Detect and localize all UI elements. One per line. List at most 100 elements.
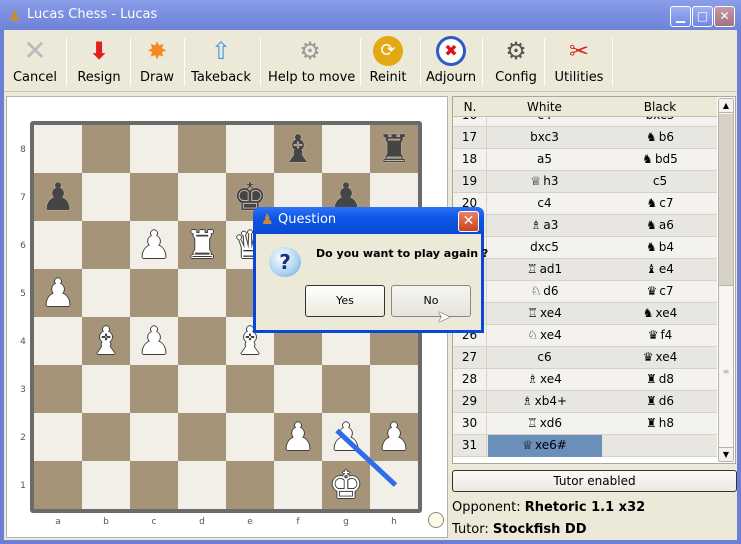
black-move[interactable]: ♜ d6	[603, 394, 717, 408]
white-pawn-piece[interactable]: ♟	[274, 413, 322, 461]
square-g3[interactable]	[322, 365, 370, 413]
white-move[interactable]: a5	[488, 152, 601, 166]
yes-button[interactable]: Yes	[305, 285, 385, 317]
square-e3[interactable]	[226, 365, 274, 413]
no-button[interactable]: No	[391, 285, 471, 317]
move-row[interactable]: 24♘d6♛c7	[453, 281, 717, 303]
black-move[interactable]: ♛ xe4	[603, 350, 717, 364]
dialog-close-button[interactable]: ✕	[458, 211, 479, 232]
square-b1[interactable]	[82, 461, 130, 509]
black-move[interactable]: ♜ h8	[603, 416, 717, 430]
square-d4[interactable]	[178, 317, 226, 365]
move-row[interactable]: 20 c4 ♞ c7	[453, 193, 717, 215]
config-button[interactable]: ⚙ Config	[494, 36, 538, 90]
black-pawn-piece[interactable]: ♟	[34, 173, 82, 221]
draw-button[interactable]: ✸ Draw	[136, 36, 178, 90]
white-rook-piece[interactable]: ♜	[178, 221, 226, 269]
white-move[interactable]: ♖ xe4	[488, 306, 601, 320]
scroll-thumb-grip[interactable]: ≡	[722, 367, 730, 376]
maximize-button[interactable]: □	[692, 6, 713, 27]
move-row[interactable]: 26 ♘ xe4 ♛ f4	[453, 325, 717, 347]
black-move[interactable]: ♞ xe4	[603, 306, 717, 320]
square-b2[interactable]	[82, 413, 130, 461]
move-row[interactable]: 29 ♗ xb4+ ♜ d6	[453, 391, 717, 413]
black-move[interactable]: ♛ f4	[603, 328, 717, 342]
square-b8[interactable]	[82, 125, 130, 173]
white-move[interactable]: ♖ ad1	[488, 262, 601, 276]
square-d1[interactable]	[178, 461, 226, 509]
square-c8[interactable]	[130, 125, 178, 173]
square-b3[interactable]	[82, 365, 130, 413]
square-c7[interactable]	[130, 173, 178, 221]
white-move[interactable]: ♘ d6	[488, 284, 601, 298]
square-a3[interactable]	[34, 365, 82, 413]
square-d2[interactable]	[178, 413, 226, 461]
cancel-button[interactable]: ✕ Cancel	[10, 36, 60, 90]
white-move[interactable]: dxc5	[488, 240, 601, 254]
square-a1[interactable]	[34, 461, 82, 509]
square-d3[interactable]	[178, 365, 226, 413]
square-c3[interactable]	[130, 365, 178, 413]
black-move[interactable]: ♞ b4	[603, 240, 717, 254]
square-e8[interactable]	[226, 125, 274, 173]
white-move[interactable]: ♘ xe4	[488, 328, 601, 342]
square-a6[interactable]	[34, 221, 82, 269]
black-move[interactable]: ♞ a6	[603, 218, 717, 232]
white-pawn-piece[interactable]: ♟	[34, 269, 82, 317]
move-row[interactable]: 30 ♖ xd6 ♜ h8	[453, 413, 717, 435]
white-move[interactable]: c6	[488, 350, 601, 364]
close-button[interactable]: ✕	[714, 6, 735, 27]
square-a4[interactable]	[34, 317, 82, 365]
white-bishop-piece[interactable]: ♝	[82, 317, 130, 365]
minimize-button[interactable]: ▁	[670, 6, 691, 27]
square-g8[interactable]	[322, 125, 370, 173]
white-move[interactable]: ♕ xe6#	[488, 438, 601, 452]
adjourn-button[interactable]: ✖ Adjourn	[426, 36, 476, 90]
reinit-button[interactable]: ⟳ Reinit	[366, 36, 410, 90]
black-move[interactable]: ♞ c7	[603, 196, 717, 210]
help-to-move-button[interactable]: ⚙ Help to move	[268, 36, 355, 90]
white-move[interactable]: ♕ h3	[488, 174, 601, 188]
square-e2[interactable]	[226, 413, 274, 461]
takeback-button[interactable]: ⇧ Takeback	[190, 36, 252, 90]
square-d5[interactable]	[178, 269, 226, 317]
scroll-up-button[interactable]: ▲	[719, 99, 733, 113]
header-number[interactable]: N.	[453, 100, 487, 114]
moves-scrollbar[interactable]: ▲ ≡ ▼	[718, 98, 734, 462]
move-row[interactable]: 31 ♕ xe6#	[453, 435, 717, 457]
white-king-piece[interactable]: ♚	[322, 461, 370, 509]
tutor-enabled-button[interactable]: Tutor enabled	[452, 470, 737, 492]
black-move[interactable]: ♞ bd5	[603, 152, 717, 166]
move-row[interactable]: 16c4bxc3	[453, 117, 717, 127]
black-move[interactable]: ♛ c7	[603, 284, 717, 298]
header-white[interactable]: White	[488, 100, 601, 114]
black-move[interactable]: c5	[603, 174, 717, 188]
black-move[interactable]: bxc3	[603, 117, 717, 122]
white-move[interactable]: ♗ xb4+	[488, 394, 601, 408]
resign-button[interactable]: ⬇ Resign	[72, 36, 126, 90]
white-move[interactable]: c4	[488, 117, 601, 122]
square-b5[interactable]	[82, 269, 130, 317]
square-c2[interactable]	[130, 413, 178, 461]
white-move[interactable]: c4	[488, 196, 601, 210]
square-d8[interactable]	[178, 125, 226, 173]
move-row[interactable]: 22dxc5♞b4	[453, 237, 717, 259]
header-black[interactable]: Black	[603, 100, 717, 114]
square-h3[interactable]	[370, 365, 418, 413]
square-d7[interactable]	[178, 173, 226, 221]
move-row[interactable]: 18 a5 ♞ bd5	[453, 149, 717, 171]
white-move[interactable]: ♗ a3	[488, 218, 601, 232]
scroll-down-button[interactable]: ▼	[719, 447, 733, 461]
square-b6[interactable]	[82, 221, 130, 269]
move-row[interactable]: 28 ♗ xe4 ♜ d8	[453, 369, 717, 391]
square-f1[interactable]	[274, 461, 322, 509]
move-row[interactable]: 23♖ad1♝e4	[453, 259, 717, 281]
square-b7[interactable]	[82, 173, 130, 221]
black-move[interactable]: ♞ b6	[603, 130, 717, 144]
move-row[interactable]: 27 c6 ♛ xe4	[453, 347, 717, 369]
white-move[interactable]: ♖ xd6	[488, 416, 601, 430]
black-move[interactable]: ♜ d8	[603, 372, 717, 386]
white-move[interactable]: ♗ xe4	[488, 372, 601, 386]
white-pawn-piece[interactable]: ♟	[370, 413, 418, 461]
square-f3[interactable]	[274, 365, 322, 413]
